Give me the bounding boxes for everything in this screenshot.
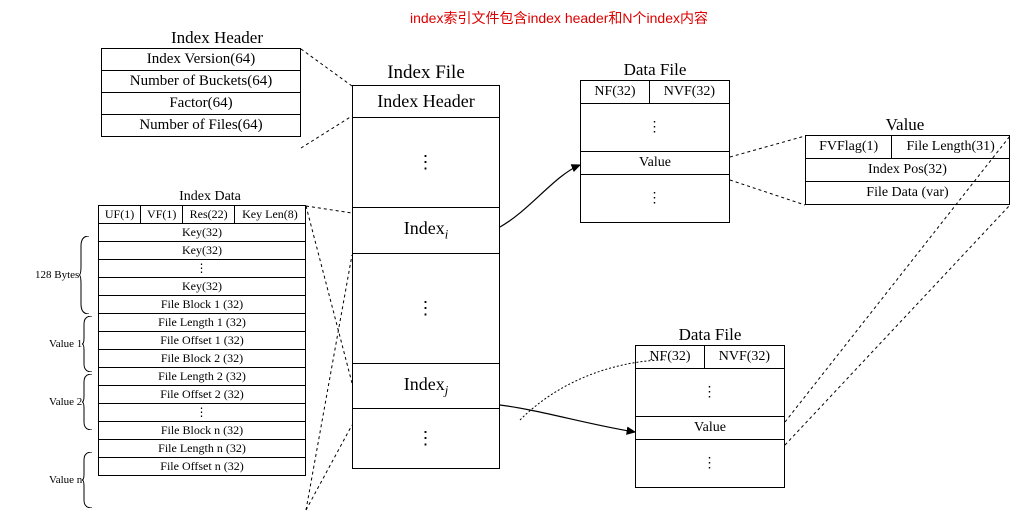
df2-hdr: NVF(32) (704, 346, 784, 369)
vdots: ⋮ (581, 175, 730, 223)
index-header-row: Number of Buckets(64) (102, 71, 301, 93)
index-file-index-j: Indexj (353, 363, 500, 409)
valuebox-row: File Data (var) (806, 182, 1010, 205)
vdots: ⋮ (99, 260, 306, 278)
valuebox-hdr: FVFlag(1) (806, 136, 892, 159)
index-data-v1: File Offset 1 (32) (99, 332, 306, 350)
index-data-key: Key(32) (99, 278, 306, 296)
df1-hdr: NF(32) (581, 81, 650, 104)
vdots: ⋮ (353, 409, 500, 469)
index-data-v2: File Block 2 (32) (99, 350, 306, 368)
index-file-row: Index Header (353, 86, 500, 118)
index-header-table: Index Version(64) Number of Buckets(64) … (101, 48, 301, 137)
index-header-row: Factor(64) (102, 93, 301, 115)
vdots: ⋮ (353, 118, 500, 208)
vdots: ⋮ (353, 253, 500, 363)
index-data-table: UF(1) VF(1) Res(22) Key Len(8) Key(32) K… (98, 205, 306, 476)
data-file-2-title: Data File (640, 325, 780, 345)
index-file-title: Index File (356, 62, 496, 84)
index-file-index-i: Indexi (353, 208, 500, 254)
index-data-vn: File Offset n (32) (99, 458, 306, 476)
index-data-v2: File Length 2 (32) (99, 368, 306, 386)
bracket-value1: Value 1 (49, 316, 97, 372)
index-data-vn: File Block n (32) (99, 422, 306, 440)
index-data-hdr: Res(22) (183, 206, 235, 224)
index-data-hdr: Key Len(8) (234, 206, 305, 224)
index-data-hdr: VF(1) (141, 206, 183, 224)
index-data-v1: File Length 1 (32) (99, 314, 306, 332)
index-file-table: Index Header ⋮ Indexi ⋮ Indexj ⋮ (352, 85, 500, 469)
valuebox-hdr: File Length(31) (892, 136, 1010, 159)
valuebox-row: Index Pos(32) (806, 159, 1010, 182)
vdots: ⋮ (636, 440, 785, 488)
df1-value: Value (581, 152, 730, 175)
vdots: ⋮ (581, 104, 730, 152)
index-header-row: Number of Files(64) (102, 115, 301, 137)
annotation-text: index索引文件包含index header和N个index内容 (410, 8, 708, 28)
bracket-valuen: Value n (49, 452, 97, 508)
index-data-key: Key(32) (99, 224, 306, 242)
value-box-title: Value (830, 115, 980, 135)
vdots: ⋮ (99, 404, 306, 422)
index-header-title: Index Header (132, 28, 302, 48)
data-file-1-title: Data File (585, 60, 725, 80)
index-data-hdr: UF(1) (99, 206, 141, 224)
index-data-v2: File Offset 2 (32) (99, 386, 306, 404)
index-data-v1: File Block 1 (32) (99, 296, 306, 314)
vdots: ⋮ (636, 369, 785, 417)
index-data-key: Key(32) (99, 242, 306, 260)
bracket-value2: Value 2 (49, 374, 97, 430)
data-file-2-table: NF(32) NVF(32) ⋮ Value ⋮ (635, 345, 785, 488)
index-data-vn: File Length n (32) (99, 440, 306, 458)
df1-hdr: NVF(32) (649, 81, 729, 104)
value-box-table: FVFlag(1) File Length(31) Index Pos(32) … (805, 135, 1010, 205)
bracket-128bytes: 128 Bytes (35, 236, 94, 314)
index-data-title: Index Data (150, 189, 270, 205)
df2-hdr: NF(32) (636, 346, 705, 369)
index-header-row: Index Version(64) (102, 49, 301, 71)
df2-value: Value (636, 417, 785, 440)
data-file-1-table: NF(32) NVF(32) ⋮ Value ⋮ (580, 80, 730, 223)
